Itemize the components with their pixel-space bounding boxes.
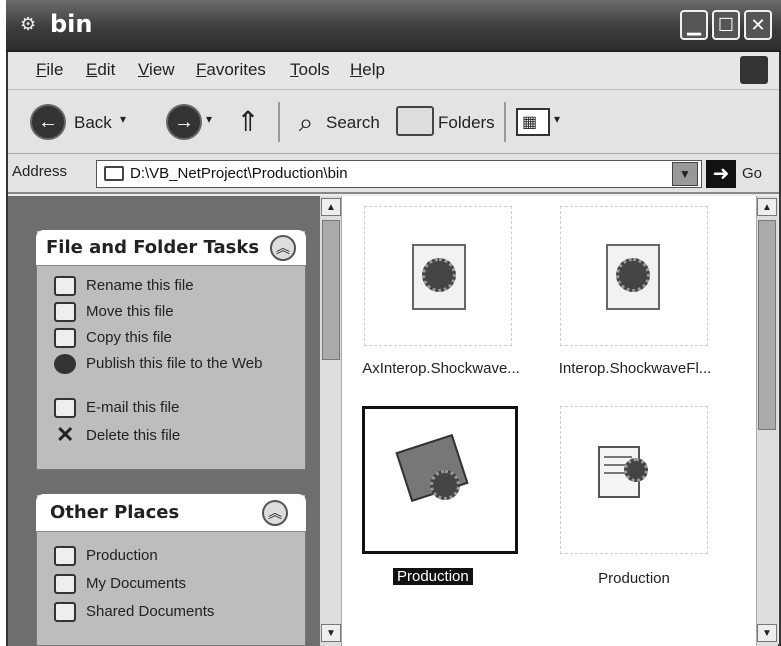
copy-icon bbox=[54, 328, 76, 348]
menu-view[interactable]: View bbox=[138, 60, 175, 80]
menu-file[interactable]: File bbox=[36, 60, 63, 80]
file-name[interactable]: AxInterop.Shockwave... bbox=[346, 360, 536, 377]
task-rename[interactable]: Rename this file bbox=[86, 277, 194, 294]
folder-icon bbox=[54, 546, 76, 566]
views-button[interactable]: ▦ bbox=[516, 108, 550, 136]
maximize-button[interactable]: ☐ bbox=[712, 10, 740, 40]
menu-tools[interactable]: Tools bbox=[290, 60, 330, 80]
globe-icon bbox=[54, 354, 76, 374]
task-move[interactable]: Move this file bbox=[86, 303, 174, 320]
views-grid-icon: ▦ bbox=[522, 114, 538, 131]
scroll-down-icon[interactable]: ▼ bbox=[321, 624, 341, 642]
close-icon: ✕ bbox=[750, 15, 766, 35]
file-name[interactable]: Production bbox=[560, 570, 708, 587]
back-button[interactable]: Back bbox=[74, 113, 112, 133]
menu-help[interactable]: Help bbox=[350, 60, 385, 80]
gear-icon bbox=[616, 258, 650, 292]
title-bar[interactable] bbox=[6, 0, 781, 52]
toolbar-separator bbox=[504, 102, 506, 142]
toolbar-separator bbox=[278, 102, 280, 142]
minimize-icon: ▁ bbox=[687, 15, 701, 35]
address-path[interactable]: D:\VB_NetProject\Production\bin bbox=[130, 165, 348, 182]
scroll-up-icon[interactable]: ▲ bbox=[321, 198, 341, 216]
scrollbar-thumb[interactable] bbox=[758, 220, 776, 430]
delete-icon: ✕ bbox=[56, 422, 75, 447]
move-icon bbox=[54, 302, 76, 322]
menu-favorites[interactable]: Favorites bbox=[196, 60, 266, 80]
task-copy[interactable]: Copy this file bbox=[86, 329, 172, 346]
go-arrow-icon[interactable]: ➜ bbox=[706, 160, 736, 188]
gear-icon bbox=[422, 258, 456, 292]
tasks-title: File and Folder Tasks bbox=[46, 237, 260, 258]
file-name-selected[interactable]: Production bbox=[393, 568, 473, 585]
scrollbar-thumb[interactable] bbox=[322, 220, 340, 360]
close-button[interactable]: ✕ bbox=[744, 10, 772, 40]
windows-logo-icon bbox=[740, 56, 768, 84]
text-line bbox=[604, 456, 632, 458]
gear-icon bbox=[624, 458, 648, 482]
place-my-documents[interactable]: My Documents bbox=[86, 575, 186, 592]
folder-icon bbox=[54, 574, 76, 594]
place-shared-documents[interactable]: Shared Documents bbox=[86, 603, 214, 620]
email-icon bbox=[54, 398, 76, 418]
back-dropdown-icon[interactable]: ▾ bbox=[120, 112, 126, 126]
folder-icon bbox=[104, 166, 124, 181]
maximize-icon: ☐ bbox=[717, 15, 735, 35]
forward-arrow-icon: → bbox=[174, 111, 194, 133]
address-label: Address bbox=[12, 163, 68, 180]
file-name[interactable]: Interop.ShockwaveFl... bbox=[540, 360, 730, 377]
address-dropdown-icon[interactable]: ▼ bbox=[672, 162, 698, 186]
up-folder-icon: ⇑ bbox=[236, 106, 260, 137]
collapse-chevron-icon[interactable]: ︽ bbox=[262, 500, 288, 526]
collapse-chevron-icon[interactable]: ︽ bbox=[270, 235, 296, 261]
scroll-down-icon[interactable]: ▼ bbox=[757, 624, 777, 642]
text-line bbox=[604, 472, 626, 474]
forward-dropdown-icon[interactable]: ▾ bbox=[206, 112, 212, 126]
task-publish[interactable]: Publish this file to the Web bbox=[86, 355, 266, 373]
folders-button[interactable]: Folders bbox=[438, 113, 495, 133]
menu-bar bbox=[8, 52, 779, 90]
window-icon: ⚙ bbox=[20, 14, 37, 34]
search-button[interactable]: Search bbox=[326, 113, 380, 133]
search-icon[interactable]: ⌕ bbox=[288, 104, 324, 140]
place-production[interactable]: Production bbox=[86, 547, 158, 564]
scroll-up-icon[interactable]: ▲ bbox=[757, 198, 777, 216]
menu-edit[interactable]: Edit bbox=[86, 60, 115, 80]
go-button[interactable]: Go bbox=[742, 165, 762, 182]
minimize-button[interactable]: ▁ bbox=[680, 10, 708, 40]
back-arrow-icon[interactable]: ← bbox=[30, 104, 66, 140]
gear-icon bbox=[430, 470, 460, 500]
rename-icon bbox=[54, 276, 76, 296]
views-dropdown-icon[interactable]: ▾ bbox=[554, 112, 560, 126]
folders-icon[interactable] bbox=[396, 106, 434, 136]
folder-icon bbox=[54, 602, 76, 622]
task-email[interactable]: E-mail this file bbox=[86, 399, 179, 416]
window-title: bin bbox=[50, 10, 93, 38]
forward-button[interactable]: → bbox=[166, 104, 202, 140]
places-title: Other Places bbox=[50, 502, 180, 523]
up-folder-button[interactable]: ⇑ bbox=[230, 104, 266, 140]
task-delete[interactable]: Delete this file bbox=[86, 427, 180, 444]
